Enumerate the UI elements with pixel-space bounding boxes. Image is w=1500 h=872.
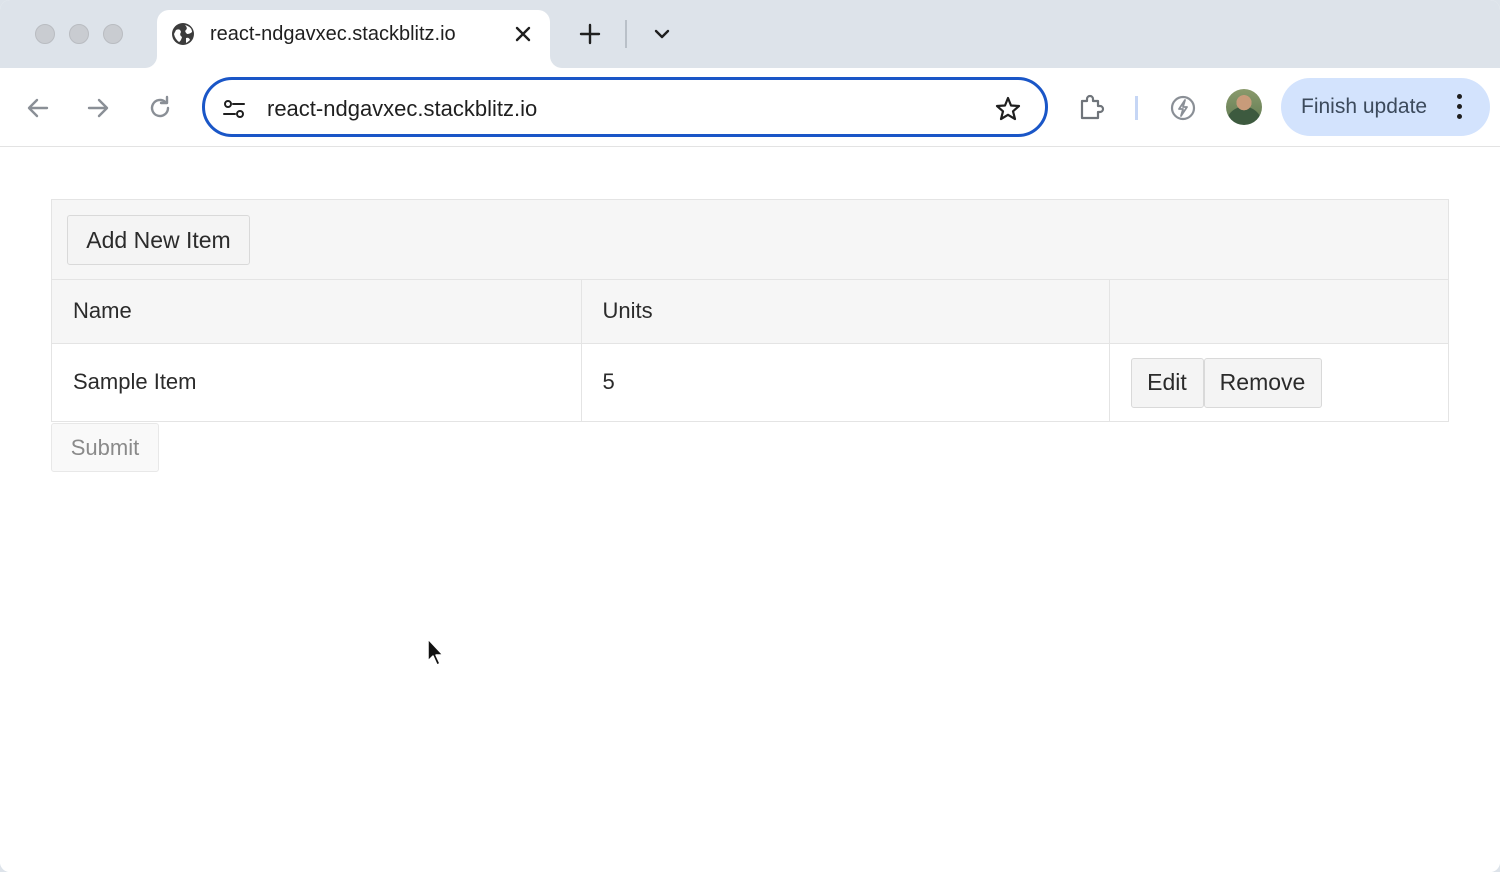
star-icon[interactable] — [994, 95, 1022, 123]
active-tab[interactable]: react-ndgavxec.stackblitz.io — [157, 10, 550, 68]
minimize-window-button[interactable] — [69, 24, 89, 44]
finish-update-label: Finish update — [1301, 95, 1428, 118]
add-new-item-button[interactable]: Add New Item — [67, 215, 250, 265]
edit-button[interactable]: Edit — [1130, 357, 1204, 408]
cell-units[interactable]: 5 — [581, 343, 1110, 421]
browser-window: react-ndgavxec.stackblitz.io react-ndgav… — [0, 0, 1500, 872]
extensions-icon[interactable] — [1077, 92, 1107, 122]
zoom-window-button[interactable] — [103, 24, 123, 44]
forward-arrow-icon[interactable] — [84, 94, 112, 122]
column-header-name[interactable]: Name — [52, 280, 582, 344]
header-row: Name Units — [52, 280, 1448, 344]
cell-name[interactable]: Sample Item — [52, 343, 582, 421]
cell-commands: Edit Remove — [1109, 343, 1448, 421]
remove-button[interactable]: Remove — [1203, 357, 1322, 408]
tab-separator — [625, 20, 627, 48]
column-header-units[interactable]: Units — [581, 280, 1110, 344]
toolbar-separator — [1135, 96, 1138, 120]
mouse-cursor-icon — [427, 638, 444, 666]
address-bar[interactable]: react-ndgavxec.stackblitz.io — [202, 77, 1048, 137]
profile-avatar[interactable] — [1226, 89, 1262, 125]
reload-icon[interactable] — [146, 94, 174, 122]
page-content: Add New Item Name Units Sample Item 5 Ed… — [0, 148, 1500, 872]
plus-icon[interactable] — [578, 22, 602, 46]
table-row: Sample Item 5 Edit Remove — [52, 343, 1448, 421]
bolt-icon[interactable] — [1168, 93, 1198, 123]
grid-toolbar: Add New Item — [52, 200, 1448, 280]
finish-update-button[interactable]: Finish update — [1281, 78, 1490, 136]
chevron-down-icon[interactable] — [650, 22, 674, 46]
kebab-menu-icon[interactable] — [1455, 94, 1463, 120]
site-info-icon[interactable] — [222, 97, 246, 121]
grid-table: Name Units Sample Item 5 Edit Remove — [52, 280, 1448, 421]
column-header-command — [1109, 280, 1448, 344]
submit-button[interactable]: Submit — [51, 423, 159, 472]
globe-icon — [172, 23, 194, 45]
close-icon[interactable] — [511, 22, 535, 46]
browser-toolbar: react-ndgavxec.stackblitz.io Finish upda… — [0, 68, 1500, 147]
data-grid: Add New Item Name Units Sample Item 5 Ed… — [51, 199, 1449, 422]
back-arrow-icon[interactable] — [24, 94, 52, 122]
url-text[interactable]: react-ndgavxec.stackblitz.io — [267, 96, 537, 122]
tab-title: react-ndgavxec.stackblitz.io — [210, 23, 456, 45]
close-window-button[interactable] — [35, 24, 55, 44]
tab-strip: react-ndgavxec.stackblitz.io — [0, 0, 1500, 68]
